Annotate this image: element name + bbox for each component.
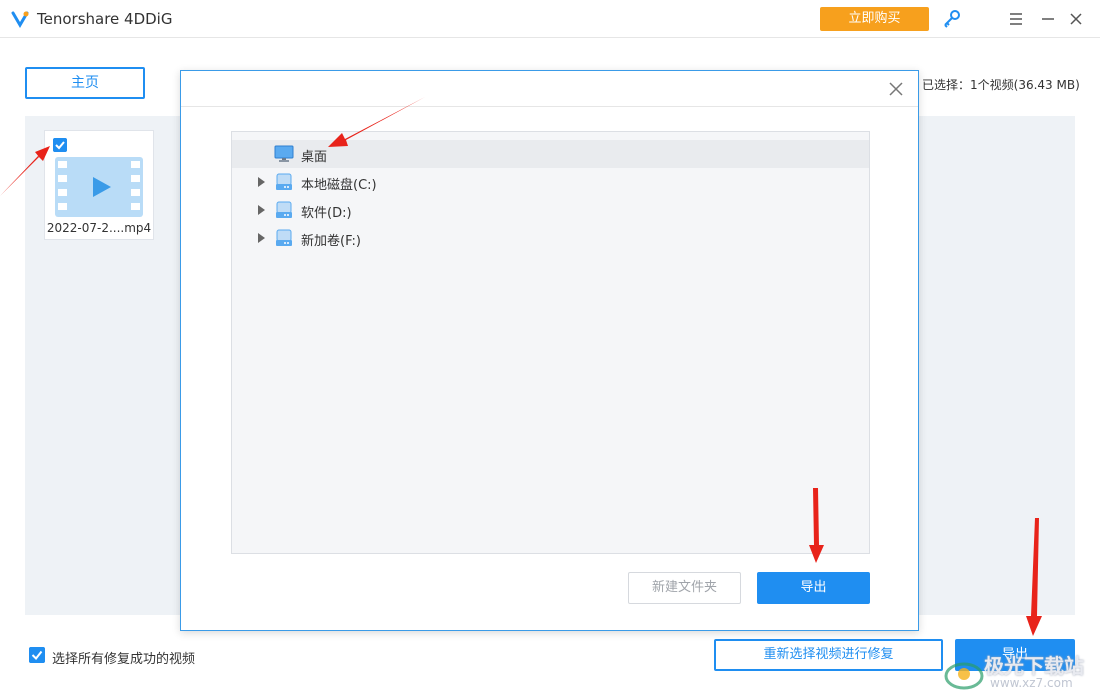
tree-item-drive-f[interactable]: 新加卷(F:) [232, 224, 869, 252]
minimize-icon[interactable] [1040, 11, 1056, 27]
selected-info: 已选择：1个视频(36.43 MB) [922, 78, 1080, 92]
desktop-icon [274, 145, 294, 162]
folder-tree: 桌面 本地磁盘(C:) 软件(D:) 新加卷(F:) [231, 131, 870, 554]
dialog-close-icon[interactable] [888, 81, 904, 97]
dialog-header [181, 71, 918, 107]
tree-item-desktop[interactable]: 桌面 [232, 140, 869, 168]
watermark-text: 极光下载站 [984, 654, 1084, 678]
tree-item-label: 软件(D:) [301, 206, 352, 221]
tree-item-label: 新加卷(F:) [301, 234, 361, 249]
tree-item-label: 本地磁盘(C:) [301, 178, 377, 193]
drive-icon [276, 173, 292, 190]
drive-icon [276, 201, 292, 218]
watermark-url: www.xz7.com [990, 676, 1073, 690]
new-folder-button[interactable]: 新建文件夹 [628, 572, 741, 604]
tree-item-drive-c[interactable]: 本地磁盘(C:) [232, 168, 869, 196]
video-file-name: 2022-07-2....mp4 [46, 221, 152, 235]
export-folder-dialog: 桌面 本地磁盘(C:) 软件(D:) 新加卷(F:) 新建文件夹 导出 [180, 70, 919, 631]
app-title: Tenorshare 4DDiG [37, 10, 173, 28]
close-icon[interactable] [1068, 11, 1084, 27]
app-logo-icon [11, 11, 29, 28]
expand-arrow-icon[interactable] [256, 232, 266, 244]
drive-icon [276, 229, 292, 246]
expand-arrow-icon[interactable] [256, 204, 266, 216]
expand-arrow-icon[interactable] [256, 176, 266, 188]
video-thumbnail-icon [55, 157, 143, 217]
dialog-export-button[interactable]: 导出 [757, 572, 870, 604]
tree-item-drive-d[interactable]: 软件(D:) [232, 196, 869, 224]
reselect-video-button[interactable]: 重新选择视频进行修复 [714, 639, 943, 671]
video-checkbox[interactable] [53, 138, 67, 152]
buy-now-button[interactable]: 立即购买 [820, 7, 929, 31]
menu-icon[interactable] [1008, 11, 1024, 27]
select-all-checkbox[interactable] [29, 647, 45, 663]
tree-item-label: 桌面 [301, 150, 328, 165]
title-bar: Tenorshare 4DDiG 立即购买 [0, 0, 1100, 38]
home-button[interactable]: 主页 [25, 67, 145, 99]
video-card[interactable]: 2022-07-2....mp4 [44, 130, 154, 240]
select-all-label: 选择所有修复成功的视频 [52, 652, 196, 667]
key-icon[interactable] [942, 9, 962, 29]
